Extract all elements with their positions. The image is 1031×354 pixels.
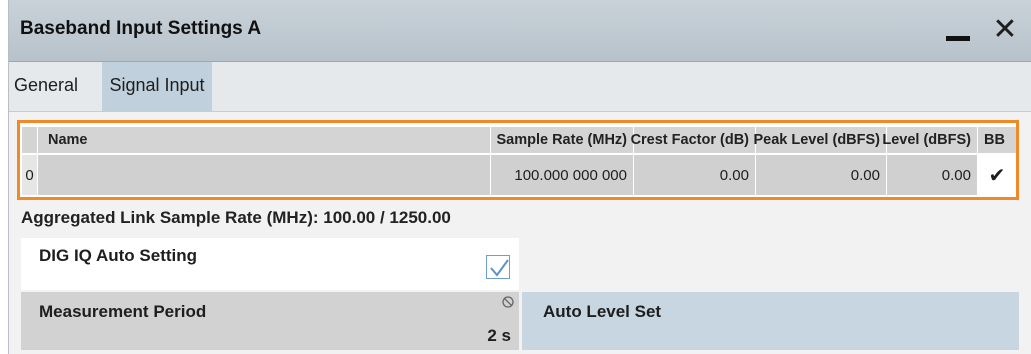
- row-index: 0: [22, 155, 38, 195]
- close-icon[interactable]: ✕: [989, 10, 1021, 50]
- column-header-bb: BB: [984, 132, 1005, 148]
- tab-general[interactable]: General: [14, 62, 94, 111]
- column-header-name: Name: [38, 127, 491, 153]
- bb-check-icon[interactable]: ✔: [978, 155, 1016, 195]
- cell-name[interactable]: [38, 155, 491, 195]
- table-row[interactable]: 0 100.000 000 000 0.00 0.00 0.00 ✔: [22, 155, 1016, 195]
- column-header-peak-level: Peak Level (dBFS): [753, 127, 887, 153]
- cell-crest-factor[interactable]: 0.00: [634, 155, 756, 195]
- column-header-sample-rate: Sample Rate (MHz): [491, 127, 634, 153]
- baseband-input-settings-dialog: Baseband Input Settings A ✕ General Sign…: [8, 0, 1031, 354]
- measurement-period-field[interactable]: Measurement Period 2 s: [21, 292, 519, 350]
- table-header: Name Sample Rate (MHz) Crest Factor (dB)…: [22, 127, 1016, 153]
- cell-level[interactable]: 0.00: [887, 155, 978, 195]
- dig-iq-auto-setting-row: DIG IQ Auto Setting: [21, 238, 519, 290]
- tab-bar: General Signal Input: [9, 62, 1031, 112]
- tab-signal-input[interactable]: Signal Input: [102, 62, 212, 111]
- disabled-icon: [502, 296, 514, 308]
- auto-level-set-button[interactable]: Auto Level Set: [522, 292, 1019, 350]
- title-bar: Baseband Input Settings A ✕: [9, 0, 1031, 62]
- column-header-crest-factor: Crest Factor (dB): [631, 127, 756, 153]
- window-title: Baseband Input Settings A: [20, 18, 262, 39]
- cell-peak-level[interactable]: 0.00: [756, 155, 887, 195]
- signal-input-table: Name Sample Rate (MHz) Crest Factor (dB)…: [17, 120, 1019, 200]
- minimize-icon[interactable]: [944, 20, 976, 46]
- dig-iq-auto-setting-checkbox[interactable]: [486, 255, 510, 279]
- cell-sample-rate[interactable]: 100.000 000 000: [491, 155, 634, 195]
- dig-iq-auto-setting-label: DIG IQ Auto Setting: [39, 246, 198, 265]
- measurement-period-value: 2 s: [487, 326, 511, 345]
- index-column-header: [22, 127, 38, 153]
- checkmark-icon: [490, 259, 509, 277]
- auto-level-set-label: Auto Level Set: [543, 302, 662, 321]
- aggregated-link-sample-rate: Aggregated Link Sample Rate (MHz): 100.0…: [21, 208, 451, 227]
- measurement-period-label: Measurement Period: [39, 302, 207, 321]
- column-header-level: Level (dBFS): [882, 127, 978, 153]
